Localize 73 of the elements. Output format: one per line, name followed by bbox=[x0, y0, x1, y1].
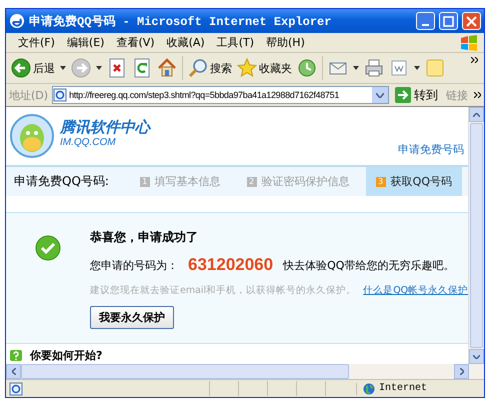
close-icon bbox=[466, 16, 477, 26]
caret-icon bbox=[96, 66, 102, 70]
hint-text: 建议您现在就去验证email和手机，以获得帐号的永久保护。 bbox=[90, 284, 356, 297]
caret-icon bbox=[60, 66, 66, 70]
page-icon bbox=[9, 382, 23, 396]
arrow-icon bbox=[395, 87, 411, 103]
go-button[interactable]: 转到 bbox=[393, 86, 440, 104]
document-icon bbox=[389, 58, 409, 78]
favorites-button[interactable]: 收藏夹 bbox=[235, 56, 294, 80]
back-button[interactable]: 后退 bbox=[9, 56, 57, 80]
globe-icon bbox=[363, 382, 375, 394]
home-icon bbox=[157, 58, 177, 78]
address-label: 地址(D) bbox=[9, 88, 48, 102]
history-clock-icon bbox=[297, 58, 317, 78]
dropdown-button[interactable] bbox=[58, 64, 68, 72]
caret-icon bbox=[473, 354, 480, 358]
dropdown-button[interactable] bbox=[94, 64, 104, 72]
more-button[interactable] bbox=[469, 55, 480, 65]
menu-item[interactable]: 工具(T) bbox=[210, 35, 260, 50]
menu-item[interactable]: 收藏(A) bbox=[160, 35, 211, 50]
header-link[interactable]: 申请免费号码 bbox=[398, 142, 464, 157]
protect-button[interactable]: 我要永久保护 bbox=[90, 306, 174, 329]
chevron-icon bbox=[471, 57, 478, 63]
maximize-icon bbox=[443, 16, 454, 26]
dropdown-button[interactable] bbox=[412, 64, 422, 72]
window-title: 申请免费QQ号码 - Microsoft Internet Explorer bbox=[29, 14, 332, 30]
search-icon bbox=[188, 58, 208, 78]
maximize-button[interactable] bbox=[439, 12, 458, 30]
close-button[interactable] bbox=[462, 12, 481, 30]
brand-domain: IM.QQ.COM bbox=[60, 137, 117, 148]
scroll-left-button[interactable] bbox=[6, 364, 21, 379]
menu-item[interactable]: 帮助(H) bbox=[260, 35, 311, 50]
section-title: 你要如何开始? bbox=[30, 348, 102, 363]
windows-flag-icon bbox=[460, 34, 478, 50]
security-zone: Internet bbox=[379, 383, 428, 394]
page-icon bbox=[53, 88, 68, 102]
caret-icon bbox=[12, 368, 16, 375]
minimize-icon bbox=[422, 24, 429, 26]
scroll-down-button[interactable] bbox=[469, 349, 484, 364]
printer-icon bbox=[364, 58, 384, 78]
menu-item[interactable]: 查看(V) bbox=[110, 35, 161, 50]
checkmark-icon bbox=[35, 235, 61, 261]
dropdown-button[interactable] bbox=[351, 64, 361, 72]
caret-icon bbox=[473, 112, 480, 116]
caret-icon bbox=[353, 66, 359, 70]
caret-icon bbox=[414, 66, 420, 70]
penguin-logo-icon bbox=[10, 114, 54, 158]
caret-icon bbox=[460, 368, 464, 375]
search-button[interactable]: 搜索 bbox=[186, 56, 234, 80]
menu-item[interactable]: 编辑(E) bbox=[60, 35, 110, 50]
minimize-button[interactable] bbox=[416, 12, 435, 30]
number-label: 您申请的号码为： bbox=[90, 258, 178, 272]
protection-link[interactable]: 什么是QQ帐号永久保护 bbox=[363, 284, 468, 297]
step-tab[interactable]: 3 获取QQ号码 bbox=[366, 167, 462, 196]
address-field[interactable]: http://freereg.qq.com/step3.shtml?qq=5bbda97ba41a12988d7162f48751 bbox=[52, 86, 389, 104]
scroll-thumb[interactable] bbox=[21, 364, 349, 379]
question-icon bbox=[10, 350, 22, 361]
success-title: 恭喜您，申请成功了 bbox=[90, 229, 199, 246]
qq-number: 631202060 bbox=[188, 255, 274, 275]
chevron-icon bbox=[474, 92, 481, 98]
scroll-thumb[interactable] bbox=[470, 123, 483, 348]
stop-icon bbox=[107, 58, 127, 78]
star-icon bbox=[237, 58, 257, 78]
scroll-right-button[interactable] bbox=[454, 364, 469, 379]
steps-label: 申请免费QQ号码: bbox=[14, 173, 110, 190]
scroll-up-button[interactable] bbox=[469, 107, 484, 122]
refresh-icon bbox=[132, 58, 152, 78]
brand-name: 腾讯软件中心 bbox=[60, 118, 150, 137]
note-icon bbox=[425, 58, 445, 78]
menu-item[interactable]: 文件(F) bbox=[12, 35, 61, 50]
browser-logo-icon bbox=[9, 13, 25, 29]
number-note: 快去体验QQ带给您的无穷乐趣吧。 bbox=[283, 258, 454, 272]
caret-icon bbox=[376, 92, 384, 98]
